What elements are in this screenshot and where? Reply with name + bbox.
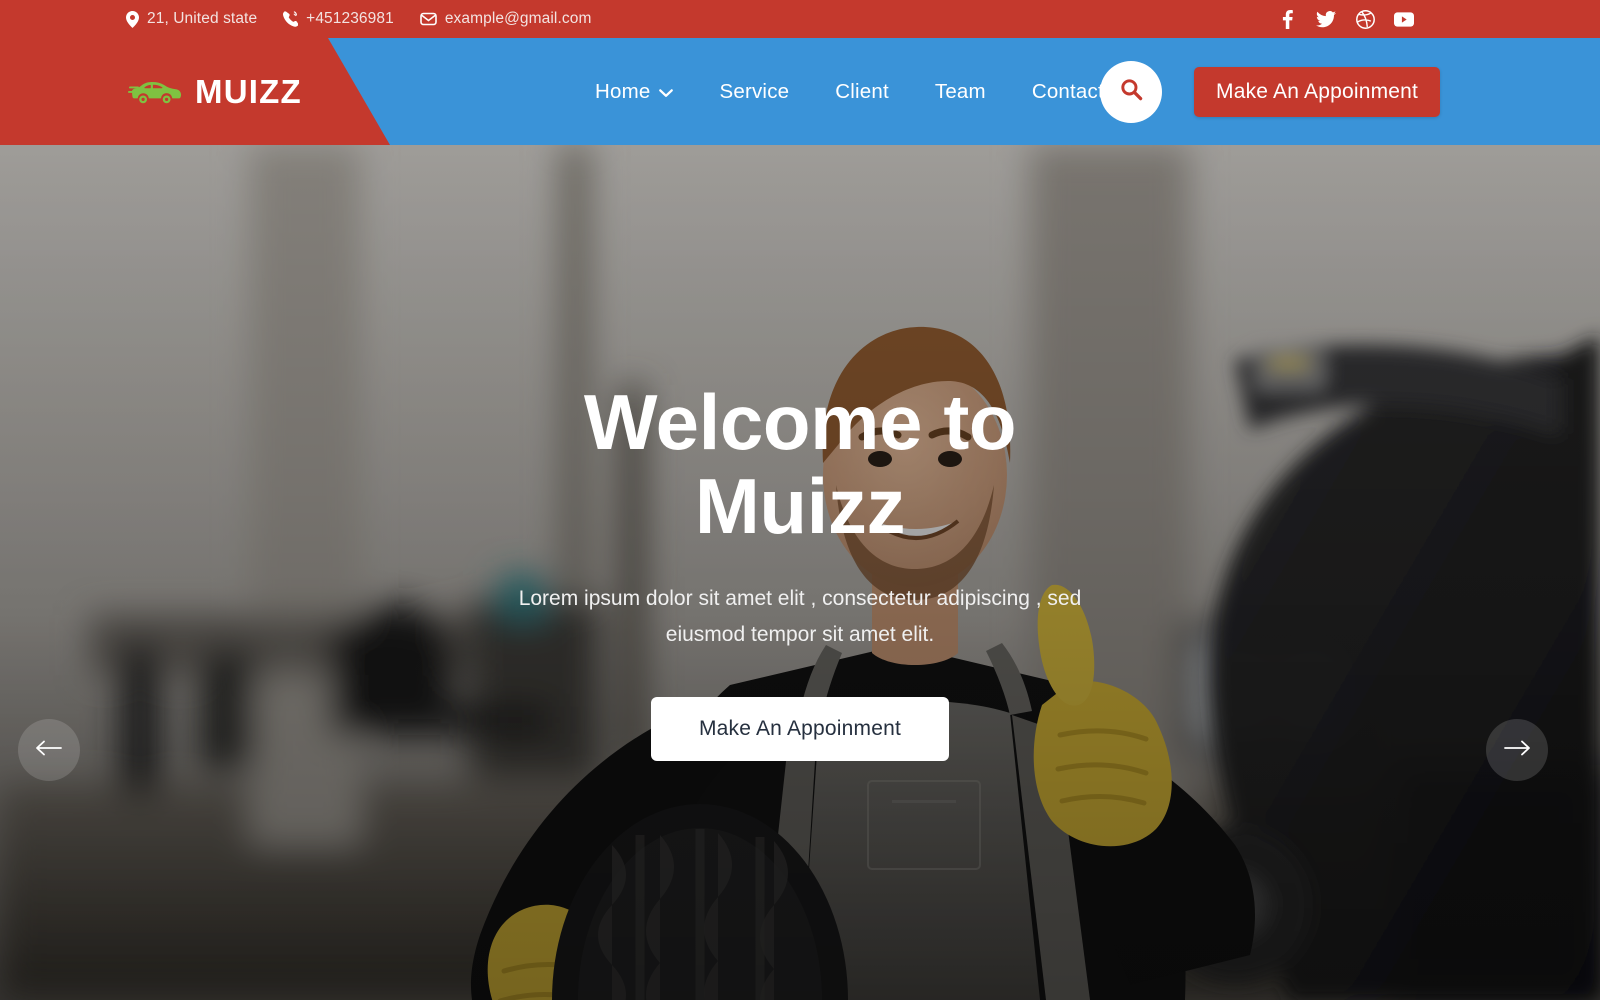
primary-nav: Home Service Client Team Contact	[572, 38, 1127, 145]
search-icon	[1120, 78, 1143, 106]
nav-item-service-label: Service	[719, 79, 790, 103]
map-pin-icon	[126, 10, 139, 28]
top-contact-group: 21, United state +451236981 example@gmai…	[126, 10, 591, 28]
top-info-bar: 21, United state +451236981 example@gmai…	[0, 0, 1600, 38]
hero-title: Welcome to Muizz	[583, 377, 1017, 550]
top-address-text: 21, United state	[147, 10, 258, 27]
hero-appointment-label: Make An Appoinment	[698, 717, 902, 741]
brand-logo[interactable]: MUIZZ	[128, 72, 302, 112]
top-email[interactable]: example@gmail.com	[420, 10, 592, 28]
nav-item-team[interactable]: Team	[912, 80, 1009, 104]
top-phone-text: +451236981	[306, 10, 394, 27]
hero-slider: Welcome to Muizz Lorem ipsum dolor sit a…	[0, 145, 1600, 1000]
header-appointment-button[interactable]: Make An Appoinment	[1194, 66, 1441, 117]
chevron-down-icon	[659, 88, 674, 98]
hero-title-line1: Welcome to	[583, 377, 1017, 466]
nav-item-client-label: Client	[835, 79, 889, 103]
top-email-text: example@gmail.com	[444, 10, 592, 27]
top-phone[interactable]: +451236981	[283, 10, 394, 28]
social-links	[1277, 0, 1414, 38]
youtube-icon[interactable]	[1394, 9, 1414, 29]
nav-item-service[interactable]: Service	[696, 80, 812, 104]
header-appointment-label: Make An Appoinment	[1216, 79, 1419, 103]
nav-item-client[interactable]: Client	[812, 80, 912, 104]
arrow-right-icon	[1503, 740, 1531, 761]
arrow-left-icon	[35, 740, 63, 761]
top-address[interactable]: 21, United state	[126, 10, 257, 28]
facebook-icon[interactable]	[1277, 9, 1297, 29]
hero-appointment-button[interactable]: Make An Appoinment	[650, 697, 950, 762]
twitter-icon[interactable]	[1316, 9, 1336, 29]
phone-icon	[283, 11, 299, 27]
dribbble-icon[interactable]	[1355, 9, 1375, 29]
hero-content: Welcome to Muizz Lorem ipsum dolor sit a…	[0, 145, 1600, 1000]
search-button[interactable]	[1100, 60, 1162, 123]
carousel-prev-button[interactable]	[18, 719, 80, 781]
hero-title-line2: Muizz	[694, 461, 906, 550]
nav-item-home[interactable]: Home	[572, 80, 696, 104]
car-icon	[128, 72, 184, 112]
nav-item-team-label: Team	[934, 79, 986, 103]
main-header: MUIZZ Home Service Client Team Contact M…	[0, 38, 1600, 145]
hero-subtitle: Lorem ipsum dolor sit amet elit , consec…	[518, 587, 1082, 647]
carousel-next-button[interactable]	[1486, 719, 1548, 781]
nav-item-home-label: Home	[595, 79, 651, 103]
brand-name: MUIZZ	[195, 72, 302, 110]
envelope-icon	[420, 12, 437, 26]
nav-item-contact-label: Contact	[1031, 79, 1104, 103]
